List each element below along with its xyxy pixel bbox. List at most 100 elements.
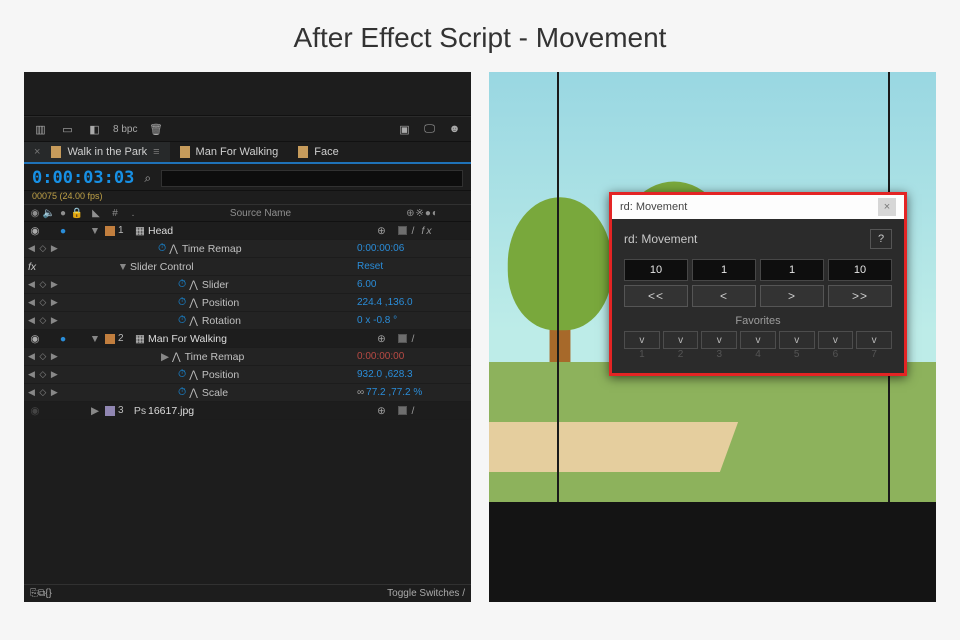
property-value[interactable]: 6.00 xyxy=(357,279,467,290)
keyframe-nav[interactable]: ◀ ◇ ▶ xyxy=(28,351,70,362)
graph-icon[interactable]: ⋀ xyxy=(189,387,198,399)
step-back-button[interactable]: < xyxy=(692,285,756,307)
property-value[interactable]: 932.0 ,628.3 xyxy=(357,369,467,380)
property-row[interactable]: ◀ ◇ ▶ ⏱⋀ Position932.0 ,628.3 xyxy=(24,366,471,384)
property-value[interactable]: 224.4 ,136.0 xyxy=(357,297,467,308)
folder-icon[interactable]: ▭ xyxy=(59,121,76,138)
visibility-toggle[interactable]: ◉ xyxy=(28,225,42,237)
composition-mini-flowchart-icon[interactable]: ▥ xyxy=(32,121,49,138)
property-value[interactable]: 0 x -0.8 ° xyxy=(357,315,467,326)
property-value[interactable]: 0:00:00:06 xyxy=(357,243,467,254)
property-row[interactable]: ◀ ◇ ▶▶⋀Time Remap0:00:00:00 xyxy=(24,348,471,366)
keyframe-nav[interactable]: ◀ ◇ ▶ xyxy=(28,297,70,308)
layer-row[interactable]: ◉▶3Ps16617.jpg⊕ / xyxy=(24,402,471,420)
property-row[interactable]: ◀ ◇ ▶ ⏱⋀ Position224.4 ,136.0 xyxy=(24,294,471,312)
search-icon[interactable]: ⌕ xyxy=(144,171,151,186)
visibility-toggle[interactable]: ◉ xyxy=(28,333,42,345)
property-name[interactable]: Rotation xyxy=(202,315,357,327)
favorite-slot-toggle[interactable]: v xyxy=(856,331,892,349)
tab-menu-icon[interactable]: ≡ xyxy=(153,146,159,158)
layer-switches[interactable]: ⊕ / xyxy=(377,405,467,417)
layer-name[interactable]: Man For Walking xyxy=(148,333,377,345)
favorite-slot-toggle[interactable]: v xyxy=(663,331,699,349)
graph-icon[interactable]: ⋀ xyxy=(169,243,178,255)
step-value-1[interactable]: 10 xyxy=(624,259,688,281)
property-name[interactable]: Slider xyxy=(202,279,357,291)
property-row[interactable]: ◀ ◇ ▶ ⏱⋀ Slider6.00 xyxy=(24,276,471,294)
close-icon[interactable]: × xyxy=(878,198,896,216)
fast-forward-button[interactable]: >> xyxy=(828,285,892,307)
layer-row[interactable]: ◉●▼1▦Head⊕ / fx xyxy=(24,222,471,240)
keyframe-nav[interactable]: ◀ ◇ ▶ xyxy=(28,279,70,290)
property-name[interactable]: Position xyxy=(202,297,357,309)
stopwatch-icon[interactable]: ⏱ xyxy=(178,278,186,291)
keyframe-nav[interactable]: ◀ ◇ ▶ xyxy=(28,243,70,254)
toggle-switches-modes[interactable]: Toggle Switches / xyxy=(387,588,465,599)
property-row[interactable]: ◀ ◇ ▶⏱⋀Scale∞77.2 ,77.2 % xyxy=(24,384,471,402)
twirl-arrow-icon[interactable]: ▼ xyxy=(88,333,102,345)
layer-row[interactable]: ◉●▼2▦Man For Walking⊕ / xyxy=(24,330,471,348)
render-queue-icon[interactable]: ▣ xyxy=(396,121,413,138)
favorite-slot-toggle[interactable]: v xyxy=(779,331,815,349)
adjustment-layer-icon[interactable]: ◧ xyxy=(86,121,103,138)
twirl-arrow-icon[interactable]: ▼ xyxy=(116,261,130,273)
favorite-slot-toggle[interactable]: v xyxy=(624,331,660,349)
bpc-label[interactable]: 8 bpc xyxy=(113,124,137,135)
trash-icon[interactable]: 🗑 xyxy=(147,121,164,138)
frame-blend-icon[interactable]: ⧉ xyxy=(38,588,45,599)
graph-icon[interactable]: ⋀ xyxy=(189,297,198,309)
property-name[interactable]: Time Remap xyxy=(185,351,357,363)
color-label[interactable] xyxy=(102,334,118,344)
step-forward-button[interactable]: > xyxy=(760,285,824,307)
step-value-4[interactable]: 10 xyxy=(828,259,892,281)
tab-walk-in-the-park[interactable]: × Walk in the Park ≡ xyxy=(24,142,170,162)
favorite-slot-toggle[interactable]: v xyxy=(701,331,737,349)
twirl-arrow-icon[interactable]: ▼ xyxy=(88,225,102,237)
property-value[interactable]: 0:00:00:00 xyxy=(357,351,467,362)
current-time[interactable]: 0:00:03:03 xyxy=(32,168,134,188)
step-value-2[interactable]: 1 xyxy=(692,259,756,281)
tab-man-for-walking[interactable]: Man For Walking xyxy=(170,142,289,162)
property-name[interactable]: Position xyxy=(202,369,357,381)
property-value[interactable]: ∞77.2 ,77.2 % xyxy=(357,387,467,398)
visibility-toggle[interactable]: ◉ xyxy=(28,405,42,417)
layer-switches[interactable]: ⊕ / fx xyxy=(377,225,467,237)
stopwatch-icon[interactable]: ⏱ xyxy=(178,314,186,327)
tab-face[interactable]: Face xyxy=(288,142,348,162)
stopwatch-icon[interactable]: ⏱ xyxy=(178,368,186,381)
stopwatch-icon[interactable]: ⏱ xyxy=(178,296,186,309)
rewind-button[interactable]: << xyxy=(624,285,688,307)
motion-blur-icon[interactable]: {} xyxy=(45,588,52,599)
twirl-arrow-icon[interactable]: ▶ xyxy=(88,405,102,417)
graph-icon[interactable]: ⋀ xyxy=(189,279,198,291)
layer-search-input[interactable] xyxy=(161,170,463,187)
dialog-titlebar[interactable]: rd: Movement × xyxy=(612,195,904,219)
help-button[interactable]: ? xyxy=(870,229,892,249)
favorite-slot-toggle[interactable]: v xyxy=(818,331,854,349)
step-value-3[interactable]: 1 xyxy=(760,259,824,281)
snapshot-icon[interactable]: ☻ xyxy=(446,121,463,138)
layer-name[interactable]: 16617.jpg xyxy=(148,405,377,417)
property-row[interactable]: ◀ ◇ ▶ ⏱⋀ Time Remap0:00:00:06 xyxy=(24,240,471,258)
graph-icon[interactable]: ⋀ xyxy=(189,369,198,381)
keyframe-nav[interactable]: ◀ ◇ ▶ xyxy=(28,387,70,398)
keyframe-nav[interactable]: ◀ ◇ ▶ xyxy=(28,315,70,326)
preview-monitor-icon[interactable]: 🖵 xyxy=(421,121,438,138)
layer-switches[interactable]: ⊕ / xyxy=(377,333,467,345)
stopwatch-icon[interactable]: ⏱ xyxy=(158,242,166,255)
close-tab-icon[interactable]: × xyxy=(34,146,40,158)
color-label[interactable] xyxy=(102,226,118,236)
property-name[interactable]: Slider Control xyxy=(130,261,357,273)
layer-name[interactable]: Head xyxy=(148,225,377,237)
property-value[interactable]: Reset xyxy=(357,261,467,272)
favorite-slot-toggle[interactable]: v xyxy=(740,331,776,349)
graph-icon[interactable]: ⋀ xyxy=(189,315,198,327)
stopwatch-icon[interactable]: ⏱ xyxy=(178,386,186,399)
keyframe-nav[interactable]: ◀ ◇ ▶ xyxy=(28,369,70,380)
graph-icon[interactable]: ⋀ xyxy=(172,351,181,363)
color-label[interactable] xyxy=(102,406,118,416)
property-name[interactable]: Time Remap xyxy=(182,243,357,255)
toggle-switches-icon[interactable]: ⎘ xyxy=(30,588,38,599)
property-row[interactable]: ◀ ◇ ▶ ⏱⋀ Rotation0 x -0.8 ° xyxy=(24,312,471,330)
property-row[interactable]: fx▼Slider ControlReset xyxy=(24,258,471,276)
